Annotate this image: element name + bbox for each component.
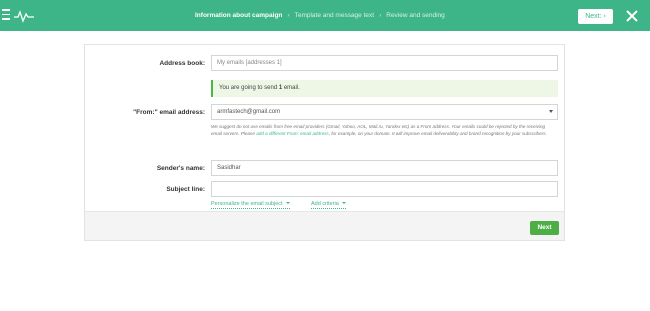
from-email-value: armfastech@gmail.com [217, 109, 281, 115]
from-email-select[interactable]: armfastech@gmail.com [211, 104, 558, 120]
personalize-subject-link[interactable]: Personalize the email subject [211, 201, 290, 209]
add-criteria-label: Add criteria [311, 201, 339, 207]
close-icon[interactable] [625, 9, 639, 23]
logo-icon [14, 10, 34, 23]
notice-suffix: email. [282, 85, 300, 91]
step-review[interactable]: Review and sending [386, 12, 445, 19]
address-book-select[interactable]: My emails [addresses 1] [211, 55, 558, 71]
address-book-label: Address book: [159, 60, 205, 67]
step-separator: › [287, 12, 290, 19]
sender-name-input[interactable]: Sasidhar [211, 160, 558, 176]
step-information[interactable]: Information about campaign [195, 12, 282, 19]
campaign-form-card: Address book: My emails [addresses 1] Yo… [84, 44, 565, 241]
step-separator: › [379, 12, 382, 19]
step-template[interactable]: Template and message text [295, 12, 375, 19]
personalize-subject-label: Personalize the email subject [211, 201, 283, 207]
caret-down-icon [285, 202, 290, 204]
wizard-steps: Information about campaign › Template and … [195, 10, 445, 22]
notice-prefix: You are going to send [219, 85, 279, 91]
send-count-notice: You are going to send 1 email. [211, 80, 558, 97]
subject-line-input[interactable] [211, 181, 558, 197]
card-footer [85, 211, 564, 240]
subject-line-label: Subject line: [166, 186, 205, 193]
add-from-address-link[interactable]: add a different From: email address [256, 131, 329, 136]
from-email-hint: We suggest do not use emails from free e… [211, 123, 556, 137]
sender-name-label: Sender's name: [156, 165, 205, 172]
top-bar: Information about campaign › Template and … [0, 0, 650, 31]
menu-icon[interactable] [2, 9, 10, 20]
next-top-button[interactable]: Next: › [578, 9, 613, 24]
hint-text-after: , for example, on your domain. It will i… [328, 131, 547, 136]
next-button[interactable]: Next [530, 221, 559, 235]
dropdown-arrow-icon [549, 110, 553, 113]
from-email-label: "From:" email address: [133, 109, 205, 116]
add-criteria-link[interactable]: Add criteria [311, 201, 346, 209]
caret-down-icon [341, 202, 346, 204]
